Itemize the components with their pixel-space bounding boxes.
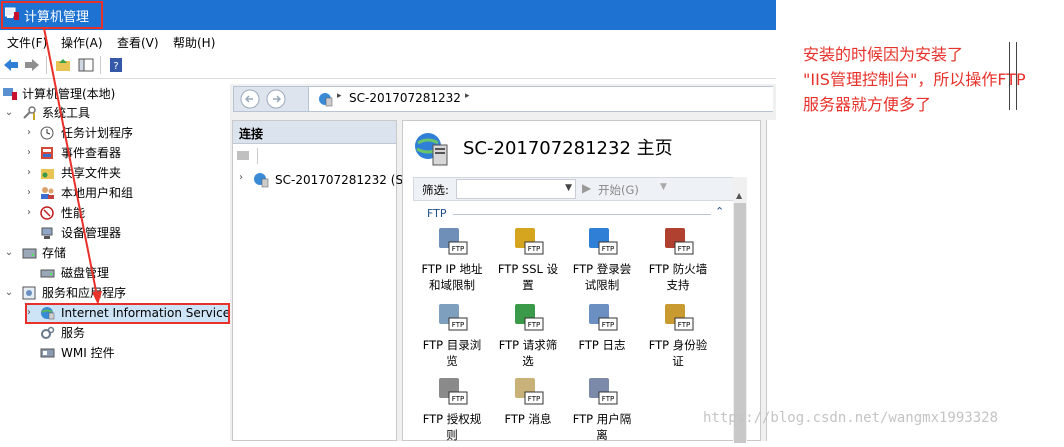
feature-label-line-2: 试限制 bbox=[584, 278, 620, 292]
feature-item[interactable]: FTP FTP 身份验证 bbox=[643, 301, 713, 373]
server-globe-icon bbox=[319, 93, 333, 107]
svg-text:FTP: FTP bbox=[452, 395, 464, 403]
feature-label-line-1: FTP 防火墙 bbox=[648, 262, 708, 276]
feature-item[interactable]: FTP FTP 目录浏览 bbox=[417, 301, 487, 373]
connect-icon[interactable] bbox=[236, 148, 250, 162]
feature-item[interactable]: FTP FTP 防火墙 支持 bbox=[643, 225, 713, 297]
feature-label-line-2: 和域限制 bbox=[429, 278, 475, 292]
feature-label-line-1: FTP 目录浏 bbox=[422, 338, 482, 352]
svg-text:FTP: FTP bbox=[528, 321, 540, 329]
user-isolation-icon: FTP bbox=[589, 378, 618, 405]
svg-text:FTP: FTP bbox=[602, 245, 614, 253]
actions-panel-edge bbox=[766, 120, 777, 441]
dropdown-arrow-icon[interactable]: ▼ bbox=[660, 182, 667, 192]
request-filter-icon: FTP bbox=[515, 304, 544, 331]
server-home-icon bbox=[415, 133, 448, 166]
feature-item[interactable]: FTP FTP SSL 设置 bbox=[493, 225, 563, 297]
feature-label-line-2: 支持 bbox=[666, 278, 690, 292]
svg-text:FTP: FTP bbox=[452, 245, 464, 253]
svg-text:FTP: FTP bbox=[528, 245, 540, 253]
login-globe-icon: FTP bbox=[589, 228, 618, 255]
scroll-up-icon[interactable]: ▲ bbox=[736, 191, 742, 200]
feature-label-line-2: 选 bbox=[522, 354, 534, 368]
back-circle-icon[interactable] bbox=[240, 89, 260, 109]
feature-label-line-1: FTP 用户隔 bbox=[572, 412, 632, 426]
address-bar: ▸ SC-201707281232 ▸ bbox=[233, 86, 773, 112]
ip-restrict-icon: FTP bbox=[439, 228, 468, 255]
chevron-right-icon[interactable]: › bbox=[239, 172, 243, 183]
connections-header: 连接 bbox=[233, 121, 396, 144]
server-globe-icon bbox=[254, 173, 269, 188]
forward-circle-icon[interactable] bbox=[266, 89, 286, 109]
filter-label: 筛选: bbox=[422, 183, 449, 197]
collapse-icon[interactable]: ⌃ bbox=[715, 205, 724, 218]
feature-item[interactable]: FTP FTP 授权规则 bbox=[417, 375, 487, 447]
svg-text:FTP: FTP bbox=[602, 321, 614, 329]
connections-panel: 连接 › SC-201707281232 (S bbox=[232, 120, 403, 441]
text-cursor-marker bbox=[1009, 42, 1017, 110]
feature-label-line-1: FTP 登录尝 bbox=[572, 262, 632, 276]
feature-item[interactable]: FTP FTP 消息 bbox=[493, 375, 563, 447]
connection-node[interactable]: › SC-201707281232 (S bbox=[233, 170, 403, 190]
address-server-name[interactable]: SC-201707281232 bbox=[349, 91, 461, 105]
feature-item[interactable]: FTP FTP 登录尝 试限制 bbox=[567, 225, 637, 297]
breadcrumb-arrow-icon: ▸ bbox=[337, 91, 342, 101]
feature-label-line-1: FTP 请求筛 bbox=[498, 338, 558, 352]
feature-label-line-1: FTP 身份验 bbox=[648, 338, 708, 352]
start-button[interactable]: 开始(G) bbox=[598, 182, 639, 198]
svg-text:FTP: FTP bbox=[678, 245, 690, 253]
svg-text:FTP: FTP bbox=[678, 321, 690, 329]
feature-label-line-1: FTP IP 地址 bbox=[421, 262, 483, 276]
feature-label-line-2: 证 bbox=[672, 354, 684, 368]
filter-input[interactable]: ▼ bbox=[456, 179, 576, 199]
page-title: SC-201707281232 主页 bbox=[463, 138, 673, 159]
authz-key-icon: FTP bbox=[439, 378, 468, 405]
feature-item[interactable]: FTP FTP IP 地址 和域限制 bbox=[417, 225, 487, 297]
feature-item[interactable]: FTP FTP 日志 bbox=[567, 301, 637, 373]
feature-item[interactable]: FTP FTP 请求筛选 bbox=[493, 301, 563, 373]
scrollbar-thumb[interactable] bbox=[734, 203, 746, 443]
start-arrow-icon[interactable]: ▶ bbox=[582, 181, 591, 195]
feature-label-line-1: FTP 日志 bbox=[578, 338, 626, 352]
svg-text:FTP: FTP bbox=[528, 395, 540, 403]
firewall-icon: FTP bbox=[665, 228, 694, 255]
group-divider bbox=[453, 214, 711, 215]
svg-text:FTP: FTP bbox=[452, 321, 464, 329]
feature-label-line-1: FTP 授权规 bbox=[422, 412, 482, 426]
feature-label-line-1: FTP SSL 设 bbox=[497, 262, 559, 276]
address-field[interactable]: ▸ SC-201707281232 ▸ bbox=[308, 87, 773, 111]
feature-label-line-2: 置 bbox=[522, 278, 534, 292]
ssl-lock-icon: FTP bbox=[515, 228, 544, 255]
directory-browse-icon: FTP bbox=[439, 304, 468, 331]
auth-icon: FTP bbox=[665, 304, 694, 331]
toolbar-separator bbox=[257, 148, 258, 164]
group-header-ftp[interactable]: FTP ⌃ bbox=[413, 205, 735, 221]
message-icon: FTP bbox=[515, 378, 544, 405]
log-icon: FTP bbox=[589, 304, 618, 331]
home-page-panel: SC-201707281232 主页 筛选: ▼ ▶ 开始(G) ▼ FTP ⌃… bbox=[402, 120, 761, 443]
breadcrumb-arrow-icon[interactable]: ▸ bbox=[465, 91, 470, 101]
feature-item[interactable]: FTP FTP 用户隔离 bbox=[567, 375, 637, 447]
svg-text:FTP: FTP bbox=[602, 395, 614, 403]
scrollbar[interactable]: ▲ bbox=[733, 177, 747, 443]
dropdown-arrow-icon[interactable]: ▼ bbox=[565, 183, 572, 193]
filter-bar: 筛选: ▼ ▶ 开始(G) ▼ bbox=[413, 177, 745, 201]
watermark: https://blog.csdn.net/wangmx1993328 bbox=[703, 410, 999, 426]
feature-label-line-2: 览 bbox=[446, 354, 458, 368]
feature-label-line-1: FTP 消息 bbox=[504, 412, 552, 426]
